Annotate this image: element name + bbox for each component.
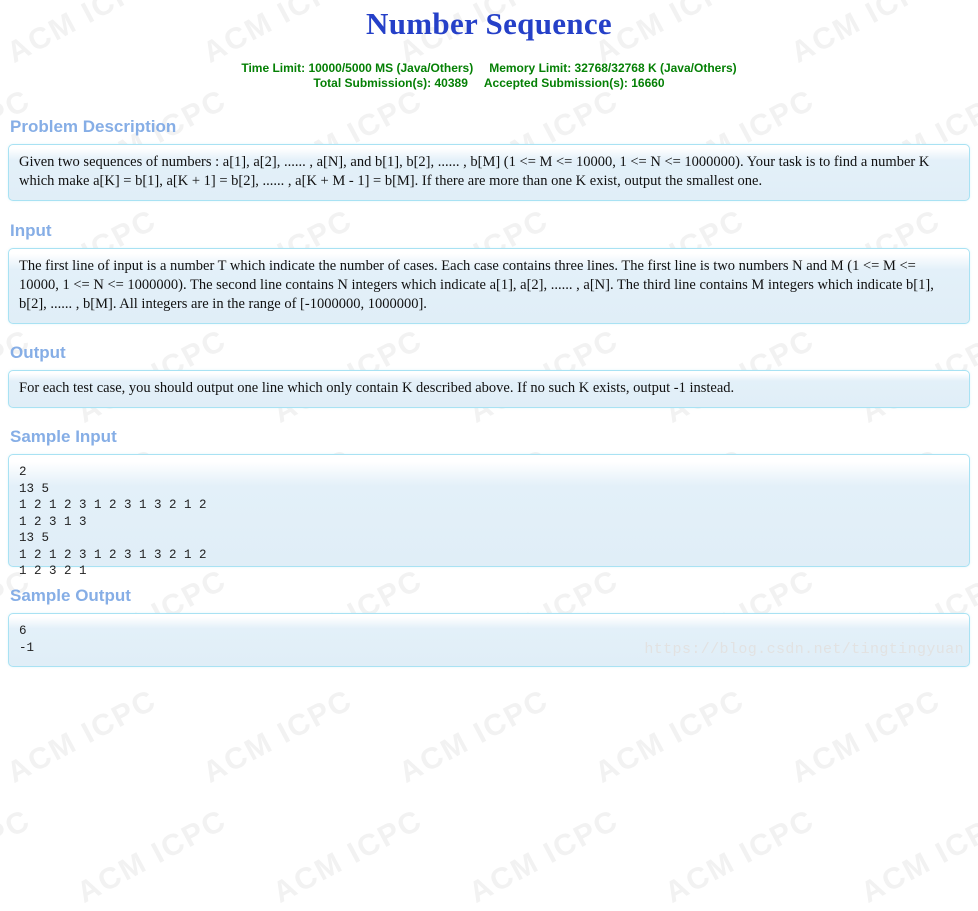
section-input: Input The first line of input is a numbe… — [8, 221, 970, 324]
problem-stats: Time Limit: 10000/5000 MS (Java/Others) M… — [0, 61, 978, 91]
acm-icpc-watermark-tile: ACM ICPC — [659, 803, 821, 910]
panel-sample-input: 2 13 5 1 2 1 2 3 1 2 3 1 3 2 1 2 1 2 3 1… — [8, 454, 970, 578]
sample-input-text: 2 13 5 1 2 1 2 3 1 2 3 1 3 2 1 2 1 2 3 1… — [19, 465, 207, 578]
section-heading-problem-description: Problem Description — [10, 117, 177, 136]
section-sample-input: Sample Input 2 13 5 1 2 1 2 3 1 2 3 1 3 … — [8, 427, 970, 578]
section-heading-input: Input — [10, 221, 52, 240]
acm-icpc-watermark-tile: ACM ICPC — [855, 803, 978, 910]
time-limit-label: Time Limit: 10000/5000 MS (Java/Others) — [241, 61, 474, 75]
sample-output-text: 6 -1 — [19, 624, 35, 655]
page-title: Number Sequence — [366, 6, 612, 41]
acm-icpc-watermark-tile: ACM ICPC — [0, 803, 37, 909]
panel-sample-output: 6 -1 https://blog.csdn.net/tingtingyuan — [8, 613, 970, 667]
accepted-submissions-label: Accepted Submission(s): 16660 — [483, 76, 665, 90]
total-submissions-label: Total Submission(s): 40389 — [313, 76, 468, 90]
panel-output: For each test case, you should output on… — [8, 370, 970, 408]
problem-page: Number Sequence Time Limit: 10000/5000 M… — [0, 0, 978, 711]
section-heading-output: Output — [10, 343, 66, 362]
panel-input: The first line of input is a number T wh… — [8, 248, 970, 324]
memory-limit-label: Memory Limit: 32768/32768 K (Java/Others… — [489, 61, 737, 75]
section-heading-sample-output: Sample Output — [10, 586, 131, 605]
section-heading-sample-input: Sample Input — [10, 427, 117, 446]
acm-icpc-watermark-tile: ACM ICPC — [463, 803, 625, 910]
acm-icpc-watermark-tile: ACM ICPC — [71, 803, 233, 910]
section-sample-output: Sample Output 6 -1 https://blog.csdn.net/… — [8, 586, 970, 667]
problem-description-text: Given two sequences of numbers : a[1], a… — [19, 154, 930, 189]
csdn-watermark: https://blog.csdn.net/tingtingyuan — [644, 640, 964, 658]
input-text: The first line of input is a number T wh… — [19, 258, 934, 312]
output-text: For each test case, you should output on… — [19, 380, 735, 396]
panel-problem-description: Given two sequences of numbers : a[1], a… — [8, 144, 970, 201]
stats-line-submissions: Total Submission(s): 40389 Accepted Submi… — [0, 76, 978, 91]
section-problem-description: Problem Description Given two sequences … — [8, 117, 970, 201]
acm-icpc-watermark-tile: ACM ICPC — [267, 803, 429, 910]
section-output: Output For each test case, you should ou… — [8, 343, 970, 408]
stats-line-limits: Time Limit: 10000/5000 MS (Java/Others) M… — [0, 61, 978, 76]
